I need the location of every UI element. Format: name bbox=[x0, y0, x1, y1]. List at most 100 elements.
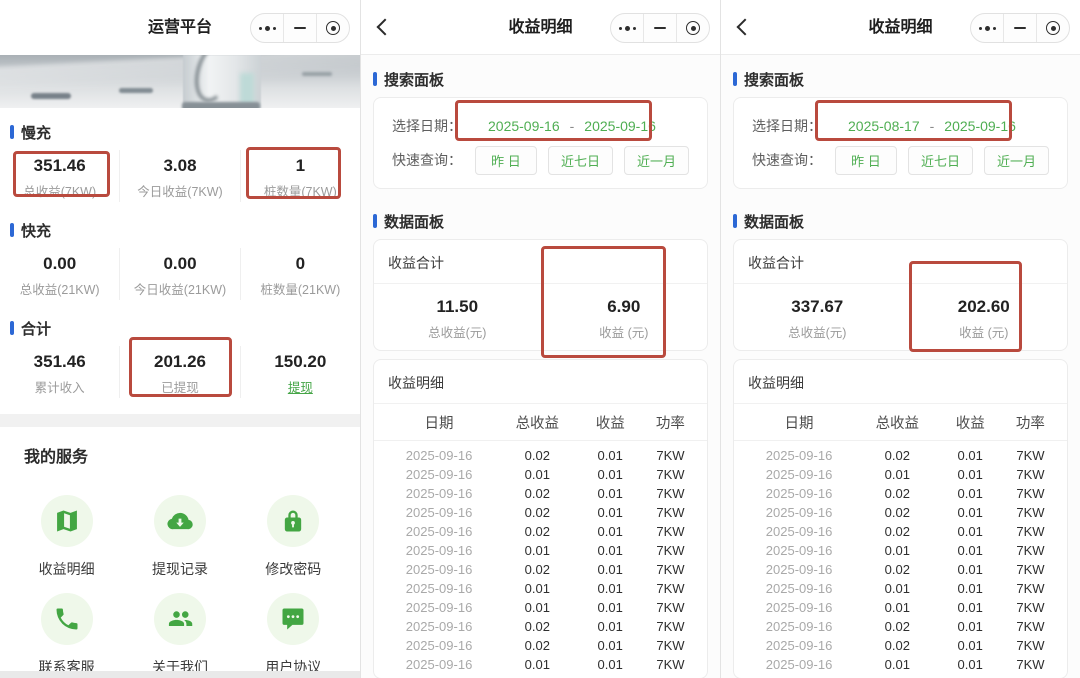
more-button[interactable] bbox=[251, 14, 283, 42]
mini-program-capsule bbox=[250, 13, 350, 43]
section-bar-icon bbox=[733, 214, 737, 228]
stat-value: 351.46 bbox=[33, 156, 86, 175]
section-title: 慢充 bbox=[21, 124, 52, 142]
more-icon bbox=[258, 25, 276, 31]
table-cell: 2025-09-16 bbox=[765, 505, 833, 520]
search-card: 选择日期： 2025-08-17 - 2025-09-16 快速查询： 昨 日 … bbox=[733, 97, 1068, 189]
service-label: 修改密码 bbox=[265, 561, 322, 577]
quick-button-last-7-days[interactable]: 近七日 bbox=[547, 145, 613, 175]
table-cell: 0.02 bbox=[524, 524, 550, 539]
date-end[interactable]: 2025-09-16 bbox=[584, 118, 656, 134]
column-header-income: 收益 bbox=[595, 416, 625, 432]
chat-icon bbox=[267, 593, 320, 645]
table-cell: 2025-09-16 bbox=[405, 562, 473, 577]
date-label: 选择日期： bbox=[392, 118, 462, 134]
stat-today-income-21kw: 0.00 今日收益(21KW) bbox=[119, 248, 239, 300]
service-user-agreement[interactable]: 用户协议 bbox=[237, 593, 350, 675]
table-row: 2025-09-16 0.02 0.01 7KW bbox=[742, 560, 1059, 579]
table-cell: 7KW bbox=[1016, 467, 1045, 482]
table-cell: 2025-09-16 bbox=[765, 467, 833, 482]
close-button[interactable] bbox=[316, 14, 349, 42]
stat-row: 351.46 总收益(7KW) 3.08 今日收益(7KW) 1 桩数量(7KW… bbox=[0, 150, 360, 202]
quick-button-last-month[interactable]: 近一月 bbox=[983, 145, 1049, 175]
table-cell: 7KW bbox=[656, 505, 685, 520]
content: 搜索面板 选择日期： 2025-08-17 - 2025-09-16 快速查询：… bbox=[721, 55, 1080, 678]
stat-value: 0 bbox=[295, 254, 306, 273]
more-icon bbox=[618, 25, 636, 31]
stat-value: 337.67 bbox=[791, 297, 844, 316]
table-cell: 0.01 bbox=[957, 562, 983, 577]
table-row: 2025-09-16 0.01 0.01 7KW bbox=[742, 598, 1059, 617]
quick-button-last-7-days[interactable]: 近七日 bbox=[907, 145, 973, 175]
date-start[interactable]: 2025-08-17 bbox=[848, 118, 920, 134]
minimize-button[interactable] bbox=[283, 14, 316, 42]
stat-value: 0.00 bbox=[163, 254, 197, 273]
service-income-detail[interactable]: 收益明细 bbox=[10, 495, 123, 577]
stat-value: 150.20 bbox=[274, 352, 327, 371]
income-table-card: 收益明细 日期 总收益 收益 功率 2025-09-16 0.02 0.01 7KW 2… bbox=[733, 359, 1068, 678]
table-cell: 7KW bbox=[656, 448, 685, 463]
stat-value: 202.60 bbox=[957, 297, 1010, 316]
service-contact-support[interactable]: 联系客服 bbox=[10, 593, 123, 675]
content: 搜索面板 选择日期： 2025-09-16 - 2025-09-16 快速查询：… bbox=[361, 55, 720, 678]
income-summary-card: 收益合计 337.67 总收益(元) 202.60 收益 (元) bbox=[733, 239, 1068, 351]
table-cell: 2025-09-16 bbox=[765, 619, 833, 634]
more-button[interactable] bbox=[971, 14, 1003, 42]
table-cell: 0.01 bbox=[524, 657, 550, 672]
close-button[interactable] bbox=[1036, 14, 1069, 42]
section-title: 合计 bbox=[21, 320, 52, 338]
section-title: 搜索面板 bbox=[384, 71, 445, 89]
table-cell: 2025-09-16 bbox=[765, 448, 833, 463]
table-cell: 7KW bbox=[656, 581, 685, 596]
service-change-password[interactable]: 修改密码 bbox=[237, 495, 350, 577]
table-cell: 0.01 bbox=[597, 543, 623, 558]
quick-button-last-month[interactable]: 近一月 bbox=[623, 145, 689, 175]
table-row: 2025-09-16 0.02 0.01 7KW bbox=[742, 617, 1059, 636]
table-cell: 2025-09-16 bbox=[405, 638, 473, 653]
data-panel-header: 数据面板 bbox=[721, 211, 1080, 231]
quick-query-row: 快速查询： 昨 日 近七日 近一月 bbox=[752, 145, 1049, 175]
stat-label: 桩数量(21KW) bbox=[260, 283, 341, 297]
date-range-picker[interactable]: 2025-09-16 - 2025-09-16 bbox=[474, 118, 656, 134]
service-withdraw-record[interactable]: 提现记录 bbox=[123, 495, 236, 577]
search-panel-header: 搜索面板 bbox=[721, 55, 1080, 89]
withdraw-link[interactable]: 提现 bbox=[241, 377, 360, 396]
quick-query-label: 快速查询： bbox=[392, 152, 462, 168]
date-range-picker[interactable]: 2025-08-17 - 2025-09-16 bbox=[834, 118, 1016, 134]
income-table-body: 2025-09-16 0.02 0.01 7KW 2025-09-16 0.01 0.01 7… bbox=[734, 441, 1067, 678]
table-cell: 0.01 bbox=[597, 619, 623, 634]
minimize-button[interactable] bbox=[1003, 14, 1036, 42]
section-title: 数据面板 bbox=[744, 213, 805, 231]
table-cell: 2025-09-16 bbox=[765, 638, 833, 653]
quick-button-yesterday[interactable]: 昨 日 bbox=[474, 145, 537, 175]
table-cell: 0.02 bbox=[884, 486, 910, 501]
table-row: 2025-09-16 0.01 0.01 7KW bbox=[742, 465, 1059, 484]
date-end[interactable]: 2025-09-16 bbox=[944, 118, 1016, 134]
quick-query-label: 快速查询： bbox=[752, 152, 822, 168]
more-button[interactable] bbox=[611, 14, 643, 42]
navbar: 运营平台 bbox=[0, 0, 360, 55]
navbar: 收益明细 bbox=[721, 0, 1080, 55]
stat-value: 201.26 bbox=[153, 352, 206, 371]
minimize-button[interactable] bbox=[643, 14, 676, 42]
table-cell: 0.01 bbox=[597, 657, 623, 672]
table-cell: 0.01 bbox=[884, 467, 910, 482]
close-button[interactable] bbox=[676, 14, 709, 42]
table-cell: 2025-09-16 bbox=[405, 486, 473, 501]
quick-button-yesterday[interactable]: 昨 日 bbox=[834, 145, 897, 175]
service-about-us[interactable]: 关于我们 bbox=[123, 593, 236, 675]
section-title: 数据面板 bbox=[384, 213, 445, 231]
table-row: 2025-09-16 0.01 0.01 7KW bbox=[382, 541, 699, 560]
stat-label: 总收益(21KW) bbox=[19, 283, 100, 297]
income-table-card: 收益明细 日期 总收益 收益 功率 2025-09-16 0.02 0.01 7KW 2… bbox=[373, 359, 708, 678]
table-cell: 0.01 bbox=[597, 562, 623, 577]
stat-today-income-7kw: 3.08 今日收益(7KW) bbox=[119, 150, 239, 202]
mini-program-capsule bbox=[970, 13, 1070, 43]
stat-total-income: 337.67 总收益(元) bbox=[734, 296, 901, 341]
table-cell: 2025-09-16 bbox=[765, 581, 833, 596]
date-start[interactable]: 2025-09-16 bbox=[488, 118, 560, 134]
stat-label: 收益 (元) bbox=[959, 326, 1009, 340]
section-title: 搜索面板 bbox=[744, 71, 805, 89]
table-cell: 7KW bbox=[1016, 638, 1045, 653]
table-cell: 0.02 bbox=[524, 638, 550, 653]
